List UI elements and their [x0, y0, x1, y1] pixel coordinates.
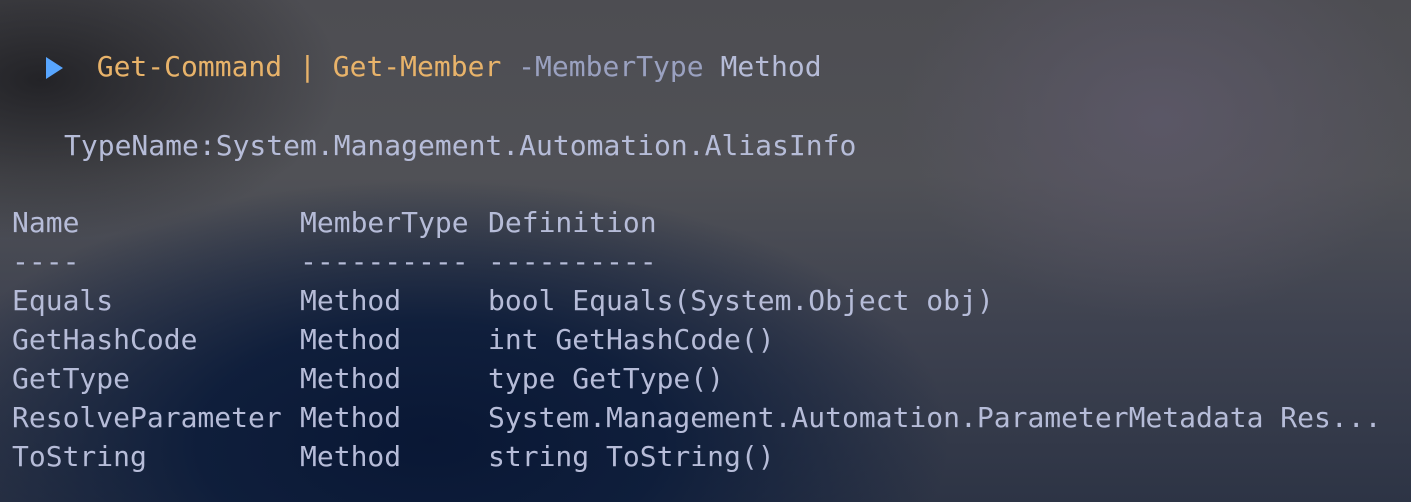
row-member-type: Method: [300, 323, 402, 356]
row-definition: string ToString(): [488, 440, 775, 473]
underline-member-type: ----------: [300, 245, 469, 278]
argument-method: Method: [720, 50, 822, 83]
table-row: Equals Method bool Equals(System.Object ob…: [12, 281, 1381, 320]
row-name: GetType: [12, 362, 131, 395]
table-row: ResolveParameter Method System.Management.…: [12, 398, 1381, 437]
table-underline-row: ---- ---------- ----------: [12, 242, 1381, 281]
row-definition: type GetType(): [488, 362, 725, 395]
row-name: Equals: [12, 284, 114, 317]
row-member-type: Method: [300, 284, 402, 317]
member-table: Name MemberType Definition ---- ---------- -…: [12, 203, 1381, 476]
table-row: GetType Method type GetType(): [12, 359, 1381, 398]
row-member-type: Method: [300, 362, 402, 395]
row-name: ResolveParameter: [12, 401, 282, 434]
table-row: ToString Method string ToString(): [12, 437, 1381, 476]
row-definition: System.Management.Automation.ParameterMe…: [488, 401, 1382, 434]
typename-label: TypeName:System.Management.Automation.Al…: [64, 129, 857, 162]
row-name: ToString: [12, 440, 147, 473]
header-definition: Definition: [488, 206, 657, 239]
command-get-member: Get-Member: [332, 50, 502, 83]
command-prompt-line: Get-Command | Get-Member -MemberType Met…: [12, 8, 822, 86]
underline-definition: ----------: [488, 245, 657, 278]
header-member-type: MemberType: [300, 206, 469, 239]
table-row: GetHashCode Method int GetHashCode(): [12, 320, 1381, 359]
parameter-membertype: -MemberType: [518, 50, 704, 83]
prompt-arrow-icon: [45, 57, 63, 79]
row-member-type: Method: [300, 440, 402, 473]
row-name: GetHashCode: [12, 323, 198, 356]
row-definition: int GetHashCode(): [488, 323, 775, 356]
header-name: Name: [12, 206, 80, 239]
pipe-operator: |: [299, 50, 316, 83]
table-header-row: Name MemberType Definition: [12, 203, 1381, 242]
underline-name: ----: [12, 245, 80, 278]
command-get-command: Get-Command: [96, 50, 283, 83]
row-member-type: Method: [300, 401, 402, 434]
row-definition: bool Equals(System.Object obj): [488, 284, 994, 317]
